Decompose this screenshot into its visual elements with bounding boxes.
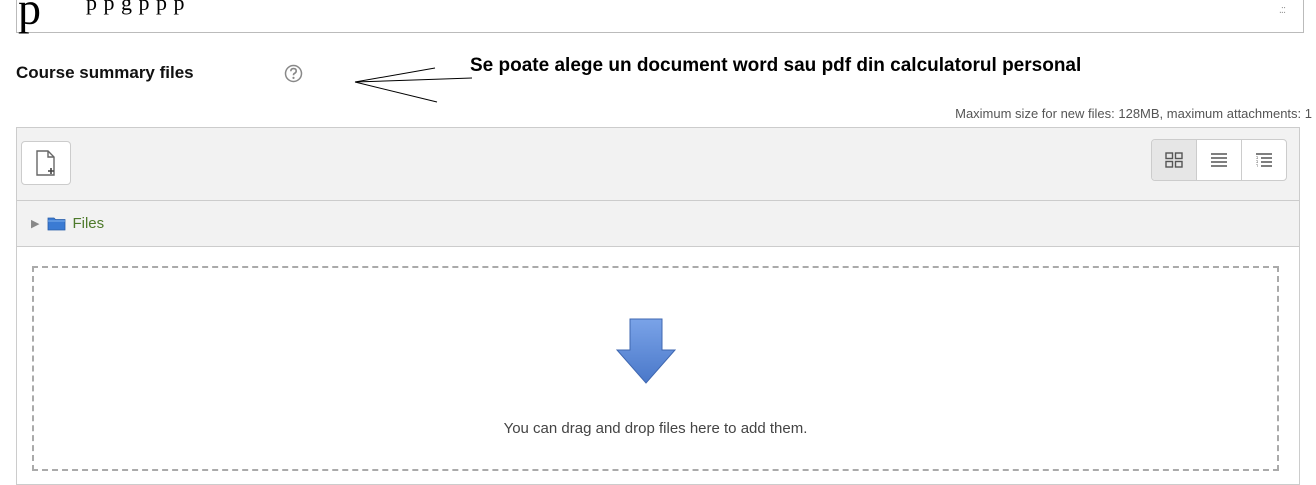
annotation-text: Se poate alege un document word sau pdf …: [470, 55, 1082, 76]
down-arrow-icon: [616, 318, 676, 384]
drop-zone-hint: You can drag and drop files here to add …: [503, 420, 808, 437]
add-file-icon: [36, 150, 55, 176]
tree-view-icon: [1256, 153, 1272, 167]
view-switcher: [1151, 139, 1287, 181]
resize-grip[interactable]: .::: [1279, 4, 1286, 16]
previous-text-remnant: p p g p p p: [86, 0, 185, 15]
folder-icon: [48, 217, 66, 231]
grid-view-icon: [1165, 152, 1183, 168]
files-folder-link[interactable]: Files: [72, 215, 104, 232]
list-view-button[interactable]: [1196, 140, 1241, 180]
course-summary-files-label: Course summary files: [16, 63, 194, 82]
add-file-button[interactable]: [21, 141, 71, 185]
drop-zone[interactable]: You can drag and drop files here to add …: [32, 266, 1279, 471]
previous-textarea[interactable]: .::: [16, 0, 1304, 33]
list-view-icon: [1211, 153, 1227, 167]
file-manager: ▶ Files You can drag and drop files here…: [16, 127, 1300, 485]
file-manager-toolbar: [17, 128, 1299, 201]
path-bar: ▶ Files: [17, 201, 1299, 247]
help-circle-icon[interactable]: [284, 64, 303, 83]
tree-view-button[interactable]: [1241, 140, 1286, 180]
upload-limits-text: Maximum size for new files: 128MB, maxim…: [955, 106, 1312, 121]
previous-text-glyph: p: [18, 0, 41, 34]
triangle-right-icon[interactable]: ▶: [31, 217, 39, 230]
grid-view-button[interactable]: [1152, 140, 1196, 180]
